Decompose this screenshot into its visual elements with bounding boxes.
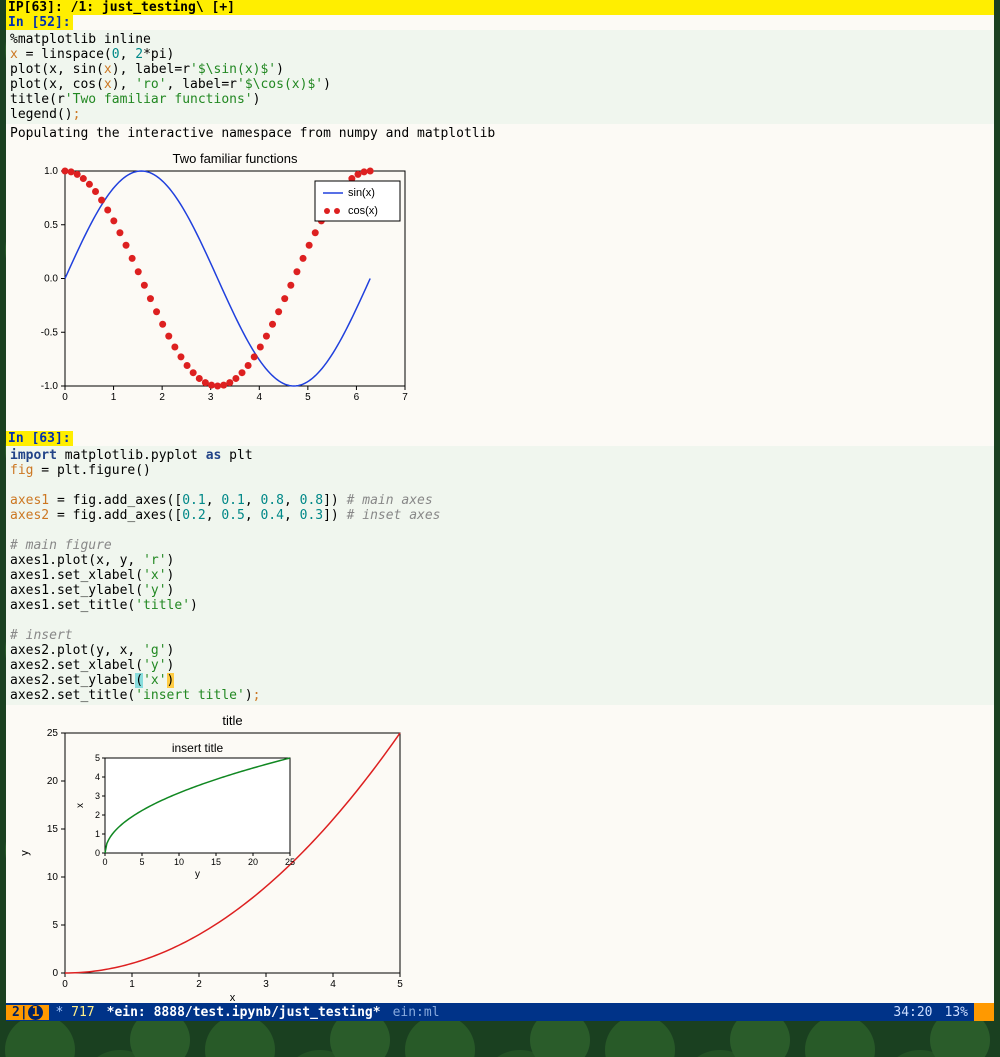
code-line[interactable]: axes1.set_ylabel('y'): [10, 583, 990, 598]
sb-pct: 13%: [939, 1005, 974, 1020]
svg-text:0.0: 0.0: [44, 274, 58, 285]
code-block-2[interactable]: import matplotlib.pyplot as plt fig = pl…: [6, 446, 994, 705]
svg-text:y: y: [195, 869, 200, 880]
code-line[interactable]: [10, 523, 990, 538]
code-line[interactable]: axes2.set_title('insert title');: [10, 688, 990, 703]
svg-text:5: 5: [305, 392, 311, 403]
svg-text:15: 15: [47, 824, 59, 835]
in-prompt-63: In [63]:: [6, 431, 73, 446]
code-line[interactable]: x = linspace(0, 2*pi): [10, 47, 990, 62]
svg-text:5: 5: [52, 920, 58, 931]
svg-text:10: 10: [174, 857, 184, 867]
code-line[interactable]: [10, 478, 990, 493]
sb-num: * 717: [49, 1005, 100, 1020]
svg-text:3: 3: [263, 979, 269, 990]
chart-svg-2: title0123450510152025xyinsert title05101…: [10, 713, 410, 1003]
svg-text:0: 0: [52, 968, 58, 979]
code-line[interactable]: axes2 = fig.add_axes([0.2, 0.5, 0.4, 0.3…: [10, 508, 990, 523]
code-line[interactable]: plot(x, sin(x), label=r'$\sin(x)$'): [10, 62, 990, 77]
code-line[interactable]: axes2.plot(y, x, 'g'): [10, 643, 990, 658]
svg-text:0: 0: [102, 857, 107, 867]
code-line[interactable]: fig = plt.figure(): [10, 463, 990, 478]
svg-text:5: 5: [139, 857, 144, 867]
svg-text:x: x: [230, 992, 236, 1003]
code-line[interactable]: axes1 = fig.add_axes([0.1, 0.1, 0.8, 0.8…: [10, 493, 990, 508]
code-line[interactable]: axes1.plot(x, y, 'r'): [10, 553, 990, 568]
code-line[interactable]: title(r'Two familiar functions'): [10, 92, 990, 107]
svg-text:4: 4: [257, 392, 263, 403]
svg-text:0: 0: [62, 392, 68, 403]
code-line[interactable]: axes2.set_ylabel('x'): [10, 673, 990, 688]
svg-text:1.0: 1.0: [44, 166, 58, 177]
svg-text:3: 3: [208, 392, 214, 403]
svg-text:cos(x): cos(x): [348, 205, 378, 217]
svg-text:1: 1: [129, 979, 135, 990]
svg-text:2: 2: [95, 810, 100, 820]
svg-text:insert title: insert title: [172, 741, 224, 755]
svg-text:-0.5: -0.5: [41, 327, 59, 338]
svg-text:title: title: [222, 713, 242, 728]
code-line[interactable]: axes1.set_xlabel('x'): [10, 568, 990, 583]
code-line[interactable]: axes2.set_xlabel('y'): [10, 658, 990, 673]
svg-text:1: 1: [95, 829, 100, 839]
code-line[interactable]: %matplotlib inline: [10, 32, 990, 47]
svg-text:2: 2: [159, 392, 165, 403]
sb-mode: ein:ml: [387, 1005, 446, 1020]
titlebar: IP[63]: /1: just_testing\ [+]: [6, 0, 994, 15]
code-line[interactable]: axes1.set_title('title'): [10, 598, 990, 613]
svg-text:5: 5: [397, 979, 403, 990]
svg-text:4: 4: [330, 979, 336, 990]
svg-text:25: 25: [47, 728, 59, 739]
cell-2[interactable]: In [63]: import matplotlib.pyplot as plt…: [6, 431, 994, 1011]
code-line[interactable]: legend();: [10, 107, 990, 122]
svg-text:3: 3: [95, 791, 100, 801]
code-line[interactable]: import matplotlib.pyplot as plt: [10, 448, 990, 463]
svg-text:10: 10: [47, 872, 59, 883]
svg-text:20: 20: [248, 857, 258, 867]
svg-text:0: 0: [95, 848, 100, 858]
code-line[interactable]: plot(x, cos(x), 'ro', label=r'$\cos(x)$'…: [10, 77, 990, 92]
svg-text:2: 2: [196, 979, 202, 990]
sb-left: 2|1: [6, 1005, 49, 1020]
svg-text:7: 7: [402, 392, 408, 403]
svg-text:sin(x): sin(x): [348, 187, 375, 199]
sb-end-block: [974, 1003, 994, 1021]
code-line[interactable]: [10, 613, 990, 628]
sb-file: *ein: 8888/test.ipynb/just_testing*: [101, 1005, 387, 1020]
editor-window: IP[63]: /1: just_testing\ [+] In [52]: %…: [6, 0, 994, 1011]
svg-text:1: 1: [111, 392, 117, 403]
svg-text:0.5: 0.5: [44, 220, 58, 231]
svg-text:25: 25: [285, 857, 295, 867]
svg-text:20: 20: [47, 776, 59, 787]
code-block-1[interactable]: %matplotlib inline x = linspace(0, 2*pi)…: [6, 30, 994, 124]
output-text: Populating the interactive namespace fro…: [6, 124, 994, 143]
svg-text:4: 4: [95, 772, 100, 782]
svg-text:0: 0: [62, 979, 68, 990]
chart-2: title0123450510152025xyinsert title05101…: [6, 705, 994, 1011]
cell-1[interactable]: In [52]: %matplotlib inline x = linspace…: [6, 15, 994, 419]
code-line[interactable]: # main figure: [10, 538, 990, 553]
sb-pos: 34:20: [887, 1005, 938, 1020]
chart-svg-1: Two familiar functions 0 1 2 3 4 5 6 7 -1.0 -0.5 0.…: [10, 151, 410, 411]
svg-text:5: 5: [95, 753, 100, 763]
in-prompt-52: In [52]:: [6, 15, 73, 30]
svg-text:15: 15: [211, 857, 221, 867]
svg-text:Two familiar functions: Two familiar functions: [173, 151, 298, 166]
chart-1: Two familiar functions 0 1 2 3 4 5 6 7 -1.0 -0.5 0.…: [6, 143, 994, 419]
svg-text:y: y: [19, 850, 31, 856]
svg-text:-1.0: -1.0: [41, 381, 59, 392]
code-line[interactable]: # insert: [10, 628, 990, 643]
statusbar: 2|1 * 717 *ein: 8888/test.ipynb/just_tes…: [6, 1003, 994, 1021]
svg-text:6: 6: [354, 392, 360, 403]
svg-text:x: x: [75, 803, 86, 808]
